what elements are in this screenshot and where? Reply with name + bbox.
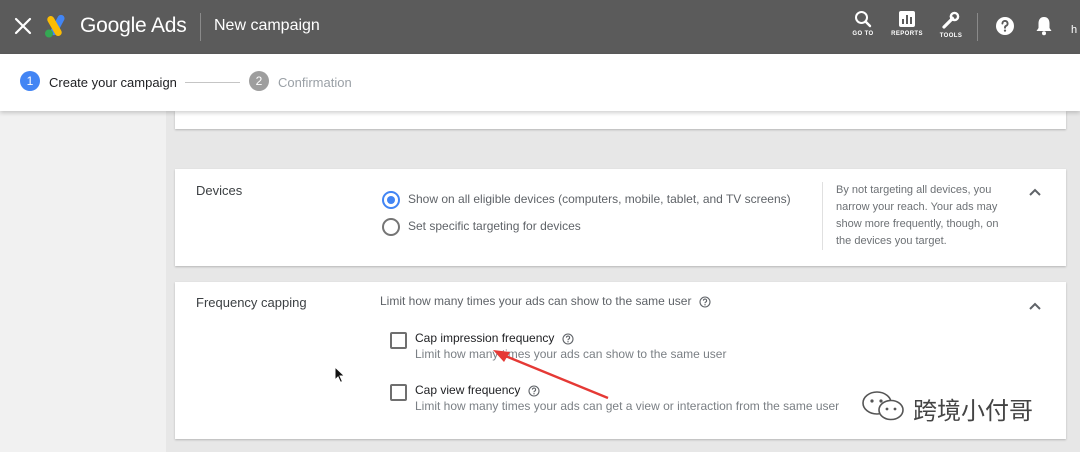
page-title: New campaign	[214, 17, 320, 34]
devices-label: Devices	[196, 183, 243, 198]
campaign-stepper: 1 Create your campaign 2 Confirmation	[0, 54, 1080, 111]
frequency-capping-label: Frequency capping	[196, 295, 307, 310]
cap-view-checkbox[interactable]	[390, 384, 407, 401]
devices-section: Devices Show on all eligible devices (co…	[175, 169, 1066, 266]
cap-view-title[interactable]: Cap view frequency	[415, 383, 540, 397]
cap-impression-checkbox[interactable]	[390, 332, 407, 349]
frequency-capping-description-text: Limit how many times your ads can show t…	[380, 294, 692, 308]
left-side-panel	[0, 111, 166, 452]
collapse-chevron-up-icon[interactable]	[1028, 298, 1042, 316]
step-1-label[interactable]: Create your campaign	[49, 75, 177, 90]
topbar-separator	[977, 13, 978, 41]
cap-impression-title[interactable]: Cap impression frequency	[415, 331, 574, 345]
goto-label: GO TO	[852, 31, 874, 37]
question-help-icon[interactable]	[528, 385, 540, 397]
radio-button-selected[interactable]	[382, 191, 400, 209]
cap-view-subtitle: Limit how many times your ads can get a …	[415, 399, 840, 413]
reports-button[interactable]: REPORTS	[887, 10, 927, 37]
brand-name: Google Ads	[80, 14, 187, 37]
cap-impression-title-text[interactable]: Cap impression frequency	[415, 331, 554, 345]
mouse-pointer-icon	[334, 365, 346, 389]
cap-view-title-text[interactable]: Cap view frequency	[415, 383, 520, 397]
question-help-icon[interactable]	[562, 333, 574, 345]
cap-impression-subtitle: Limit how many times your ads can show t…	[415, 347, 727, 361]
question-help-icon[interactable]	[699, 296, 711, 308]
step-connector	[185, 82, 240, 83]
wechat-icon	[862, 391, 904, 421]
tools-button[interactable]: TOOLS	[931, 10, 971, 39]
tools-label: TOOLS	[939, 33, 963, 39]
radio-specific-devices-label[interactable]: Set specific targeting for devices	[408, 219, 581, 233]
help-divider	[822, 182, 823, 250]
notifications-bell-icon[interactable]	[1034, 15, 1054, 42]
search-icon	[855, 11, 872, 28]
frequency-capping-description: Limit how many times your ads can show t…	[380, 294, 711, 308]
reports-icon	[899, 11, 915, 27]
step-1-number[interactable]: 1	[20, 71, 40, 91]
wrench-icon	[942, 11, 960, 29]
user-account-initial[interactable]: h	[1071, 24, 1077, 36]
reports-label: REPORTS	[891, 31, 923, 37]
radio-all-devices-label[interactable]: Show on all eligible devices (computers,…	[408, 192, 791, 206]
top-app-bar: Google Ads New campaign GO TO REPORTS TO…	[0, 0, 1080, 54]
previous-section-card	[175, 111, 1066, 129]
help-icon[interactable]	[995, 16, 1015, 41]
step-2-label[interactable]: Confirmation	[278, 75, 352, 90]
collapse-chevron-up-icon[interactable]	[1028, 184, 1042, 202]
topbar-divider	[200, 13, 201, 41]
step-2-number[interactable]: 2	[249, 71, 269, 91]
watermark-text: 跨境小付哥	[913, 398, 1033, 425]
devices-help-text: By not targeting all devices, you narrow…	[836, 184, 999, 247]
close-icon[interactable]	[11, 14, 35, 38]
google-ads-logo-icon	[44, 14, 70, 38]
goto-button[interactable]: GO TO	[843, 10, 883, 37]
radio-button-unselected[interactable]	[382, 218, 400, 236]
